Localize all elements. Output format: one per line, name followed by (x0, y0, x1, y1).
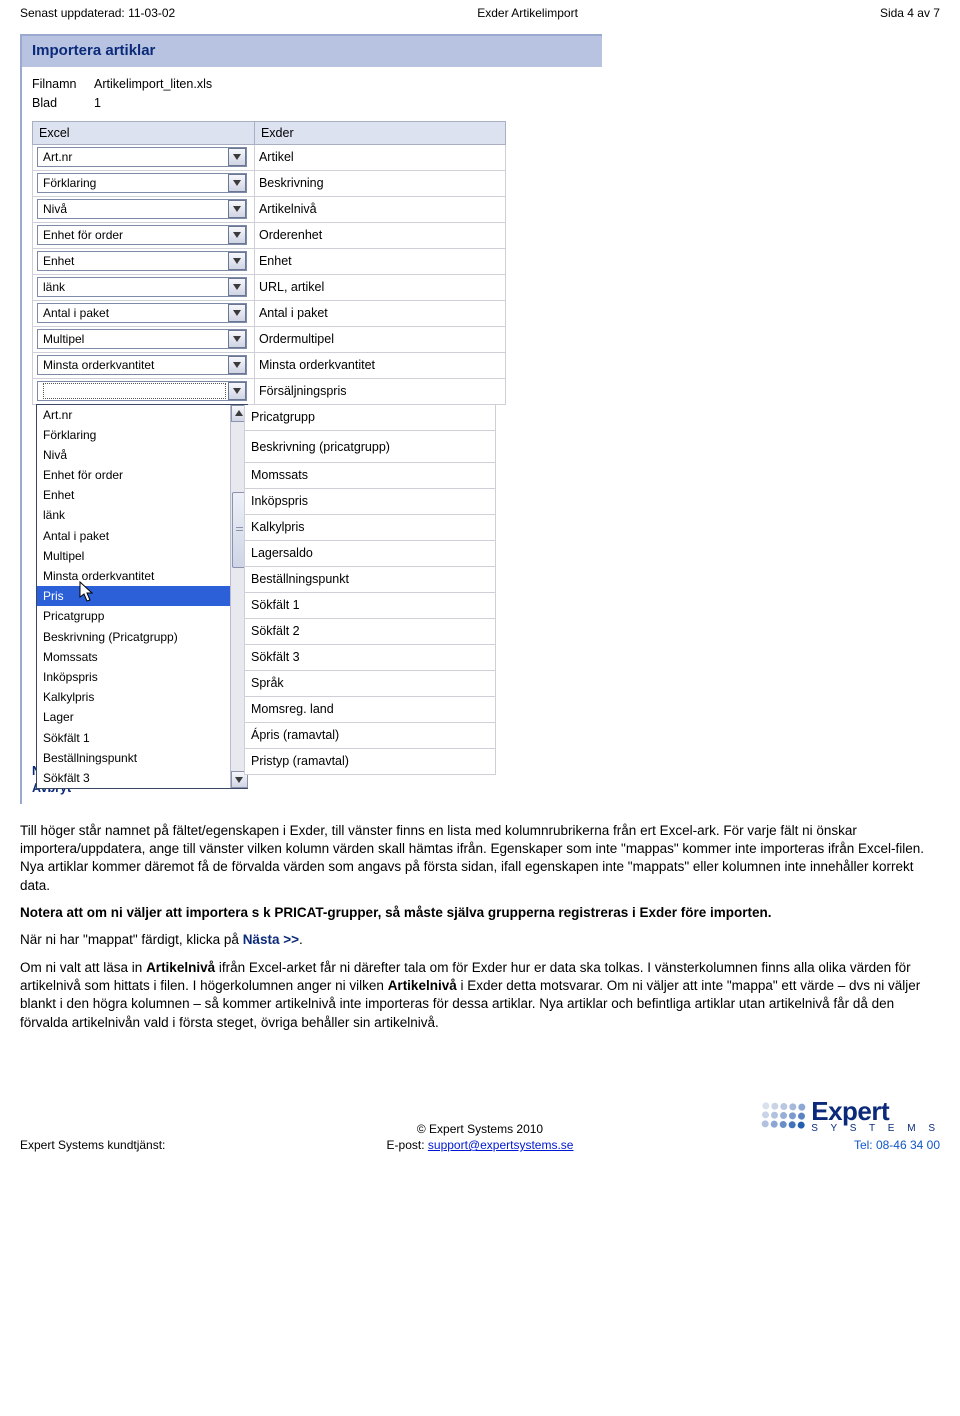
page-footer: Expert S Y S T E M S © Expert Systems 20… (20, 1122, 940, 1192)
exder-field: Antal i paket (254, 300, 505, 326)
exder-field: Sökfält 2 (244, 619, 495, 645)
dropdown-option[interactable]: Enhet för order (37, 465, 230, 485)
chevron-down-icon[interactable] (228, 252, 246, 270)
exder-field: Lagersaldo (244, 541, 495, 567)
chevron-down-icon[interactable] (228, 278, 246, 296)
table-row: Art.nr Artikel (33, 144, 506, 170)
dropdown-option[interactable]: Momssats (37, 647, 230, 667)
column-header-excel: Excel (33, 121, 255, 144)
dropdown-panel[interactable]: Art.nrFörklaringNivåEnhet för orderEnhet… (36, 404, 248, 790)
exder-field: Sökfält 3 (244, 645, 495, 671)
exder-field: Beskrivning (pricatgrupp) (244, 431, 495, 463)
header-left: Senast uppdaterad: 11-03-02 (20, 6, 175, 20)
table-row: Multipel Ordermultipel (33, 326, 506, 352)
table-row: Antal i paket Antal i paket (33, 300, 506, 326)
filename-label: Filnamn (32, 75, 88, 94)
mapping-table: Excel Exder Art.nr Artikel Förklaring Besk… (32, 121, 506, 405)
exder-field: Enhet (254, 248, 505, 274)
dropdown-option[interactable]: Nivå (37, 445, 230, 465)
paragraph: Till höger står namnet på fältet/egenska… (20, 822, 940, 895)
exder-field: Språk (244, 671, 495, 697)
page-header: Senast uppdaterad: 11-03-02 Exder Artike… (20, 0, 940, 34)
table-row: Förklaring Beskrivning (33, 170, 506, 196)
chevron-down-icon[interactable] (228, 356, 246, 374)
exder-field: Orderenhet (254, 222, 505, 248)
footer-copyright: © Expert Systems 2010 (20, 1122, 940, 1136)
chevron-down-icon[interactable] (228, 226, 246, 244)
exder-column-continuation: PricatgruppBeskrivning (pricatgrupp)Moms… (244, 405, 496, 775)
dropdown-option[interactable]: Förklaring (37, 425, 230, 445)
dropdown-option[interactable]: Kalkylpris (37, 687, 230, 707)
excel-select[interactable]: Enhet för order (37, 225, 247, 245)
exder-field: Artikelnivå (254, 196, 505, 222)
table-row: Försäljningspris (33, 378, 506, 404)
file-info: Filnamn Artikelimport_liten.xls Blad 1 (22, 67, 602, 119)
paragraph: När ni har "mappat" färdigt, klicka på N… (20, 931, 940, 949)
column-header-exder: Exder (254, 121, 505, 144)
dropdown-option[interactable]: Sökfält 1 (37, 728, 230, 748)
dropdown-option[interactable]: Beskrivning (Pricatgrupp) (37, 627, 230, 647)
exder-field: Ordermultipel (254, 326, 505, 352)
table-row: Enhet Enhet (33, 248, 506, 274)
chevron-down-icon[interactable] (228, 330, 246, 348)
paragraph: Om ni valt att läsa in Artikelnivå ifrån… (20, 959, 940, 1032)
dropdown-option[interactable]: Sökfält 3 (37, 768, 230, 788)
chevron-down-icon[interactable] (228, 148, 246, 166)
table-row: Enhet för order Orderenhet (33, 222, 506, 248)
table-row: Minsta orderkvantitet Minsta orderkvantit… (33, 352, 506, 378)
exder-field: Kalkylpris (244, 515, 495, 541)
chevron-down-icon[interactable] (228, 304, 246, 322)
exder-field: URL, artikel (254, 274, 505, 300)
paragraph-note: Notera att om ni väljer att importera s … (20, 904, 940, 922)
dropdown-option[interactable]: Beställningspunkt (37, 748, 230, 768)
dropdown-option[interactable]: länk (37, 505, 230, 525)
exder-field: Momsreg. land (244, 697, 495, 723)
excel-select[interactable]: Minsta orderkvantitet (37, 355, 247, 375)
sheet-value: 1 (94, 94, 101, 113)
body-text: Till höger står namnet på fältet/egenska… (20, 822, 940, 1033)
next-reference: Nästa >> (243, 932, 299, 947)
exder-field: Beskrivning (254, 170, 505, 196)
dropdown-option[interactable]: Inköpspris (37, 667, 230, 687)
dropdown-option[interactable]: Antal i paket (37, 526, 230, 546)
chevron-down-icon[interactable] (228, 200, 246, 218)
exder-field: Artikel (254, 144, 505, 170)
excel-select[interactable]: Multipel (37, 329, 247, 349)
exder-field: Momssats (244, 463, 495, 489)
dropdown-option[interactable]: Art.nr (37, 405, 230, 425)
dropdown-option[interactable]: Lager (37, 707, 230, 727)
chevron-down-icon[interactable] (228, 382, 246, 400)
excel-select[interactable]: länk (37, 277, 247, 297)
exder-field: Inköpspris (244, 489, 495, 515)
excel-select[interactable]: Art.nr (37, 147, 247, 167)
sheet-label: Blad (32, 94, 88, 113)
footer-email-label: E-post: (387, 1138, 428, 1152)
excel-select[interactable]: Förklaring (37, 173, 247, 193)
table-row: länk URL, artikel (33, 274, 506, 300)
dropdown-option[interactable]: Minsta orderkvantitet (37, 566, 230, 586)
exder-field: Pristyp (ramavtal) (244, 749, 495, 775)
filename-value: Artikelimport_liten.xls (94, 75, 212, 94)
exder-field: Ápris (ramavtal) (244, 723, 495, 749)
footer-email-link[interactable]: support@expertsystems.se (428, 1138, 574, 1152)
excel-select[interactable]: Enhet (37, 251, 247, 271)
excel-select[interactable]: Nivå (37, 199, 247, 219)
exder-field: Pricatgrupp (244, 405, 495, 431)
dropdown-option[interactable]: Pricatgrupp (37, 606, 230, 626)
dropdown-option[interactable]: Multipel (37, 546, 230, 566)
exder-field: Minsta orderkvantitet (254, 352, 505, 378)
excel-select[interactable]: Antal i paket (37, 303, 247, 323)
exder-field: Försäljningspris (254, 378, 505, 404)
dropdown-option[interactable]: Enhet (37, 485, 230, 505)
table-row: Nivå Artikelnivå (33, 196, 506, 222)
window-title: Importera artiklar (22, 36, 602, 67)
exder-field: Sökfält 1 (244, 593, 495, 619)
header-right: Sida 4 av 7 (880, 6, 940, 20)
exder-field: Beställningspunkt (244, 567, 495, 593)
app-window: Importera artiklar Filnamn Artikelimport… (20, 34, 602, 804)
dropdown-option[interactable]: Pris (37, 586, 230, 606)
excel-select-open[interactable] (37, 381, 247, 401)
chevron-down-icon[interactable] (228, 174, 246, 192)
header-center: Exder Artikelimport (477, 6, 578, 20)
